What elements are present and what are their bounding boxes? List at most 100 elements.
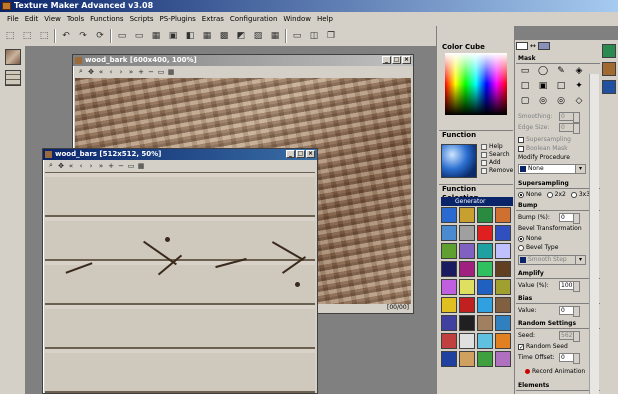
radio-2x2[interactable]: [546, 191, 553, 198]
function-thumb[interactable]: [495, 297, 511, 313]
fit-icon[interactable]: ▭: [157, 68, 165, 76]
bias-input[interactable]: 0: [559, 306, 580, 317]
wood-bark-titlebar[interactable]: wood_bark [600x400, 100%] _ □ ×: [73, 55, 413, 66]
star-mask-icon[interactable]: ✦: [572, 81, 586, 93]
function-thumb[interactable]: [441, 261, 457, 277]
window-split-icon[interactable]: ◫: [307, 29, 321, 43]
redo-icon[interactable]: ↷: [76, 29, 90, 43]
menu-ps-plugins[interactable]: PS-Plugins: [157, 12, 199, 26]
function-thumb[interactable]: [459, 333, 475, 349]
function-thumb[interactable]: [441, 315, 457, 331]
function-thumb[interactable]: [441, 225, 457, 241]
subtract-icon[interactable]: −: [117, 162, 125, 170]
bevel-type-option[interactable]: Bevel Type: [518, 243, 558, 252]
color-cube-picker[interactable]: [445, 53, 507, 115]
open-texture-icon[interactable]: ⬚: [20, 29, 34, 43]
flip-icon[interactable]: ◧: [183, 29, 197, 43]
maximize-button[interactable]: □: [296, 150, 305, 158]
bevel-none-option[interactable]: None: [518, 234, 542, 243]
menu-help[interactable]: Help: [314, 12, 336, 26]
nav-first-icon[interactable]: «: [97, 68, 105, 76]
function-thumb[interactable]: [441, 351, 457, 367]
add-icon[interactable]: +: [107, 162, 115, 170]
search-action[interactable]: Search: [481, 151, 513, 159]
properties-scrollbar[interactable]: [589, 74, 599, 394]
swatch-thumbnail[interactable]: [602, 80, 616, 94]
panel-toggle-icon[interactable]: [516, 42, 528, 50]
nav-next-icon[interactable]: ›: [87, 162, 95, 170]
diamond-mask-icon[interactable]: ◇: [572, 96, 586, 108]
fit-icon[interactable]: ▭: [127, 162, 135, 170]
bump-input[interactable]: 0: [559, 213, 580, 224]
menu-extras[interactable]: Extras: [199, 12, 227, 26]
wood-bars-window[interactable]: wood_bars [512x512, 50%] _ □ × ⌕ ✥ «‹ ›» + − ▭ ▦: [42, 148, 318, 394]
nav-prev-icon[interactable]: ‹: [77, 162, 85, 170]
swatch-thumbnail[interactable]: [602, 44, 616, 58]
undo-icon[interactable]: ↶: [59, 29, 73, 43]
function-thumb[interactable]: [477, 207, 493, 223]
repeat-icon[interactable]: ⟳: [93, 29, 107, 43]
modify-procedure-dropdown[interactable]: None: [518, 164, 586, 174]
minimize-button[interactable]: _: [382, 56, 391, 64]
function-thumb[interactable]: [495, 207, 511, 223]
preview-icon[interactable]: ▣: [166, 29, 180, 43]
ellipse-mask-icon[interactable]: ◯: [536, 66, 550, 78]
pattern-icon[interactable]: ▦: [268, 29, 282, 43]
menu-configuration[interactable]: Configuration: [227, 12, 280, 26]
rectangle-mask-icon[interactable]: ▭: [518, 66, 532, 78]
tile-view-icon[interactable]: ▦: [149, 29, 163, 43]
nav-last-icon[interactable]: »: [127, 68, 135, 76]
minimize-button[interactable]: _: [286, 150, 295, 158]
function-thumb[interactable]: [441, 297, 457, 313]
function-thumb[interactable]: [495, 279, 511, 295]
square-mask-icon[interactable]: □: [518, 81, 532, 93]
square-mask-3-icon[interactable]: ▢: [518, 96, 532, 108]
panel-color-swatch[interactable]: [537, 42, 550, 50]
supersampling-checkbox[interactable]: Supersampling: [518, 135, 571, 144]
time-offset-input[interactable]: 0: [559, 353, 580, 364]
edge-size-input[interactable]: 0: [559, 123, 580, 134]
square-mask-alt-icon[interactable]: ▣: [536, 81, 550, 93]
function-thumb[interactable]: [495, 333, 511, 349]
radio-none[interactable]: [518, 191, 524, 198]
menu-scripts[interactable]: Scripts: [127, 12, 157, 26]
cascade-icon[interactable]: ❐: [324, 29, 338, 43]
tile-icon[interactable]: ▦: [137, 162, 145, 170]
layer-view-icon[interactable]: ▭: [132, 29, 146, 43]
smoothing-input[interactable]: 0: [559, 112, 580, 123]
bars-thumbnail[interactable]: [5, 70, 21, 86]
grid-alt-icon[interactable]: ▩: [217, 29, 231, 43]
boolean-mask-checkbox[interactable]: Boolean Mask: [518, 144, 568, 153]
function-thumb[interactable]: [495, 225, 511, 241]
function-thumb[interactable]: [477, 351, 493, 367]
grid-icon[interactable]: ▦: [200, 29, 214, 43]
generator-category[interactable]: Generator: [441, 197, 513, 206]
function-thumb[interactable]: [495, 351, 511, 367]
function-thumb[interactable]: [441, 333, 457, 349]
bark-thumbnail[interactable]: [5, 49, 21, 65]
swatch-thumbnail[interactable]: [602, 62, 616, 76]
function-thumb[interactable]: [477, 333, 493, 349]
circle-mask-alt-icon[interactable]: ◎: [554, 96, 568, 108]
amplify-input[interactable]: 100: [559, 281, 580, 292]
pan-icon[interactable]: ✥: [87, 68, 95, 76]
link-icon[interactable]: ↔: [530, 42, 536, 50]
seed-input[interactable]: 5625: [559, 331, 580, 342]
bevel-type-dropdown[interactable]: Smooth Step: [518, 255, 586, 265]
menu-file[interactable]: File: [4, 12, 22, 26]
remove-action[interactable]: Remove: [481, 167, 513, 175]
add-action[interactable]: Add: [481, 159, 513, 167]
close-button[interactable]: ×: [402, 56, 411, 64]
function-thumb[interactable]: [477, 261, 493, 277]
nav-prev-icon[interactable]: ‹: [107, 68, 115, 76]
add-icon[interactable]: +: [137, 68, 145, 76]
menu-window[interactable]: Window: [280, 12, 314, 26]
function-thumb[interactable]: [459, 315, 475, 331]
menu-edit[interactable]: Edit: [22, 12, 42, 26]
select-icon[interactable]: ◩: [234, 29, 248, 43]
zoom-icon[interactable]: ⌕: [47, 161, 55, 170]
image-view-icon[interactable]: ▭: [115, 29, 129, 43]
close-button[interactable]: ×: [306, 150, 315, 158]
wood-bars-titlebar[interactable]: wood_bars [512x512, 50%] _ □ ×: [43, 149, 317, 160]
function-thumb[interactable]: [477, 279, 493, 295]
